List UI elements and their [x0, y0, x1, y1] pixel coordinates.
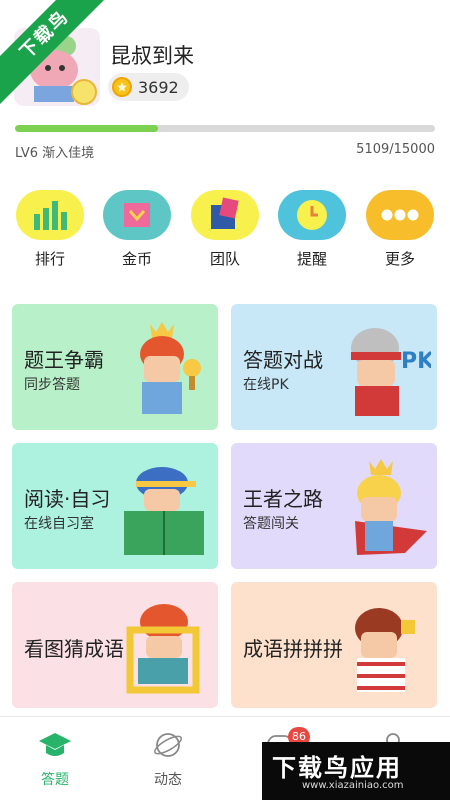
nav-label: 动态 — [154, 772, 182, 788]
quick-item-remind[interactable]: 提醒 — [277, 190, 347, 269]
card-quiz-king[interactable]: 题王争霸 同步答题 — [12, 304, 218, 430]
card-subtitle: 答题闯关 — [243, 516, 299, 532]
quick-label: 提醒 — [296, 250, 327, 268]
planet-icon — [154, 733, 182, 757]
card-title: 题王争霸 — [24, 348, 104, 372]
watermark-top: 下载鸟 — [0, 0, 110, 110]
quick-label: 团队 — [209, 250, 240, 268]
bar-chart-icon — [16, 190, 84, 240]
level-progress-bar — [15, 125, 435, 132]
nav-tab-quiz[interactable]: 答题 — [10, 731, 100, 789]
quick-label: 更多 — [384, 250, 415, 268]
quick-label: 金币 — [121, 250, 152, 268]
card-title: 王者之路 — [243, 487, 323, 511]
nav-label: 答题 — [41, 772, 69, 788]
quick-label: 排行 — [34, 250, 65, 268]
card-reading-study[interactable]: 阅读·自习 在线自习室 — [12, 443, 218, 569]
watermark-top-text: 下载鸟 — [0, 0, 110, 108]
username: 昆叔到来 — [110, 44, 194, 68]
puzzle-kid-illustration-icon — [355, 608, 415, 692]
quick-item-rank[interactable]: 排行 — [15, 190, 85, 269]
card-title: 看图猜成语 — [24, 637, 124, 661]
card-idiom-puzzle[interactable]: 成语拼拼拼 — [231, 582, 437, 708]
clock-icon — [278, 190, 346, 240]
svg-text:PK: PK — [401, 349, 431, 374]
card-title: 答题对战 — [243, 348, 323, 372]
picture-frame-kid-illustration-icon — [126, 604, 200, 694]
card-subtitle: 同步答题 — [24, 377, 80, 393]
king-kid-illustration-icon — [355, 459, 427, 555]
quick-item-team[interactable]: 团队 — [190, 190, 260, 269]
trophy-kid-illustration-icon — [140, 322, 201, 414]
card-subtitle: 在线PK — [243, 377, 289, 393]
level-progress-fill — [15, 125, 159, 132]
card-quiz-battle[interactable]: 答题对战 在线PK PK — [231, 304, 437, 430]
card-subtitle: 在线自习室 — [24, 516, 94, 532]
watermark-bottom-url: www.xiazainiao.com — [302, 780, 404, 791]
watermark-bottom-title: 下载鸟应用 — [272, 754, 402, 782]
quick-item-more[interactable]: 更多 — [365, 190, 435, 269]
watermark-bottom: 下载鸟应用 www.xiazainiao.com — [262, 742, 450, 800]
card-guess-idiom[interactable]: 看图猜成语 — [12, 582, 218, 708]
quick-actions: 排行 金币 团队 提醒 更多 — [0, 190, 450, 270]
card-title: 成语拼拼拼 — [243, 637, 343, 661]
quick-item-coins[interactable]: 金币 — [102, 190, 172, 269]
card-king-road[interactable]: 王者之路 答题闯关 — [231, 443, 437, 569]
nav-tab-feed[interactable]: 动态 — [123, 731, 213, 789]
team-flag-icon — [191, 190, 259, 240]
coin-count: 3692 — [138, 77, 179, 97]
coin-box-icon — [103, 190, 171, 240]
coin-icon — [112, 77, 132, 97]
graduation-cap-icon — [39, 733, 71, 756]
reading-kid-illustration-icon — [124, 467, 204, 555]
exp-label: 5109/15000 — [356, 142, 435, 157]
level-label: LV6 渐入佳境 — [15, 146, 95, 161]
coin-balance[interactable]: 3692 — [108, 73, 189, 101]
more-dots-icon — [366, 190, 434, 240]
pk-fighter-illustration-icon: PK — [351, 328, 431, 416]
card-title: 阅读·自习 — [24, 487, 111, 511]
